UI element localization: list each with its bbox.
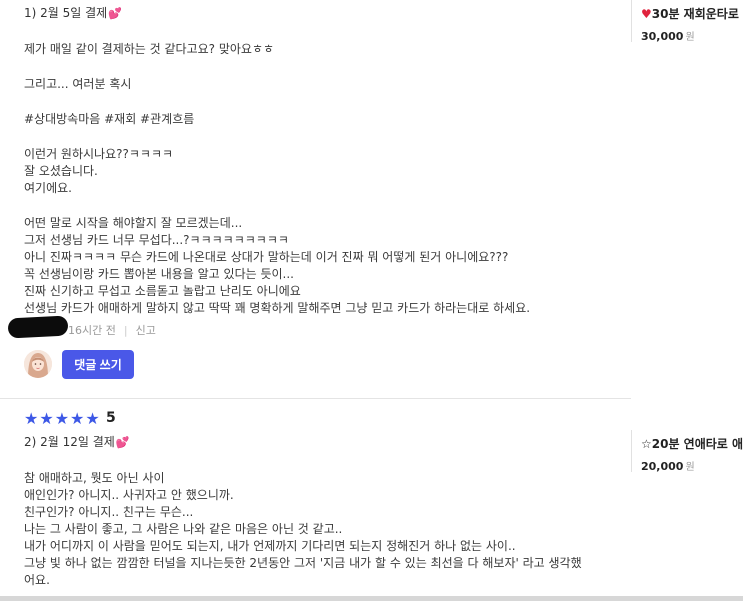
product-name: ☆20분 연애타로 애 [641, 437, 743, 451]
heart-emoji: 💕 [115, 436, 130, 449]
price-value: 20,000 [641, 460, 684, 473]
product-name-text: 30분 재회운타로 [651, 7, 739, 21]
review-text-line: 제가 매일 같이 결제하는 것 같다고요? 맞아요ㅎㅎ [24, 42, 275, 56]
heart-emoji: 💕 [108, 7, 122, 20]
write-comment-button[interactable]: 댓글 쓰기 [62, 350, 134, 379]
review-time: 16시간 전 [68, 324, 116, 337]
report-link[interactable]: 신고 [136, 324, 156, 337]
review-title-text: 2) 2월 12일 결제 [24, 435, 115, 449]
price-unit: 원 [685, 32, 695, 43]
redacted-username [7, 315, 69, 339]
review-text-line: 선생님 카드가 애매하게 말하지 않고 딱딱 꽤 명확하게 말해주면 그냥 믿고… [24, 301, 531, 315]
review-text-line: 꼭 선생님이랑 카드 뽑아본 내용을 알고 있다는 듯이... [24, 267, 294, 281]
review-text-line: 친구인가? 아니지.. 친구는 무슨... [24, 505, 194, 519]
product-price: 20,000 원 [641, 458, 743, 473]
avatar-image [24, 350, 52, 378]
review-title-text: 1) 2월 5일 결제 [24, 6, 108, 20]
review-text-line: 그리고... 여러분 혹시 [24, 77, 132, 91]
review-hashtags: #상대방속마음 #재회 #관계흐름 [24, 112, 195, 126]
heart-icon: ♥ [641, 7, 652, 21]
review-text-line: 여기에요. [24, 181, 72, 195]
review-text-line: 나는 그 사람이 좋고, 그 사람은 나와 같은 마음은 아닌 것 같고.. [24, 522, 343, 536]
meta-separator: | [123, 324, 128, 337]
review-title: 2) 2월 12일 결제💕 [24, 433, 130, 450]
review-text-line: 애인인가? 아니지.. 사귀자고 안 했으니까. [24, 488, 234, 502]
star-rating-icon: ★★★★★ [24, 409, 101, 428]
product-card[interactable]: ☆20분 연애타로 애 20,000 원 [631, 430, 743, 473]
product-card[interactable]: ♥30분 재회운타로 30,000 원 [631, 0, 743, 43]
avatar [24, 350, 52, 378]
review-text-line: 어요. [24, 573, 50, 587]
review-text-line: 참 애매하고, 뭣도 아닌 사이 [24, 471, 165, 485]
review-divider [0, 398, 631, 399]
page-bottom-border [0, 596, 743, 601]
price-value: 30,000 [641, 30, 684, 43]
review-title: 1) 2월 5일 결제💕 [24, 4, 122, 21]
review-text-line: 진짜 신기하고 무섭고 소름돋고 놀랍고 난리도 아니에요 [24, 284, 301, 298]
product-name: ♥30분 재회운타로 [641, 5, 743, 22]
review-text-line: 잘 오셨습니다. [24, 164, 98, 178]
review-text-line: 그저 선생님 카드 너무 무섭다...?ㅋㅋㅋㅋㅋㅋㅋㅋㅋ [24, 233, 289, 247]
rating-value: 5 [106, 410, 116, 426]
review-text-line: 내가 어디까지 이 사람을 믿어도 되는지, 내가 언제까지 기다리면 되는지 … [24, 539, 516, 553]
review-text-line: 아니 진짜ㅋㅋㅋㅋ 무슨 카드에 나온대로 상대가 말하는데 이거 진짜 뭐 어… [24, 250, 509, 264]
review-text-line: 그냥 빛 하나 없는 깜깜한 터널을 지나는듯한 2년동안 그저 '지금 내가 … [24, 556, 582, 570]
review-text-line: 이런거 원하시나요??ㅋㅋㅋㅋ [24, 147, 174, 161]
review-meta: 16시간 전 | 신고 [68, 322, 156, 338]
price-unit: 원 [685, 462, 695, 473]
product-price: 30,000 원 [641, 28, 743, 43]
review-text-line: 어떤 말로 시작을 해야할지 잘 모르겠는데... [24, 216, 243, 230]
